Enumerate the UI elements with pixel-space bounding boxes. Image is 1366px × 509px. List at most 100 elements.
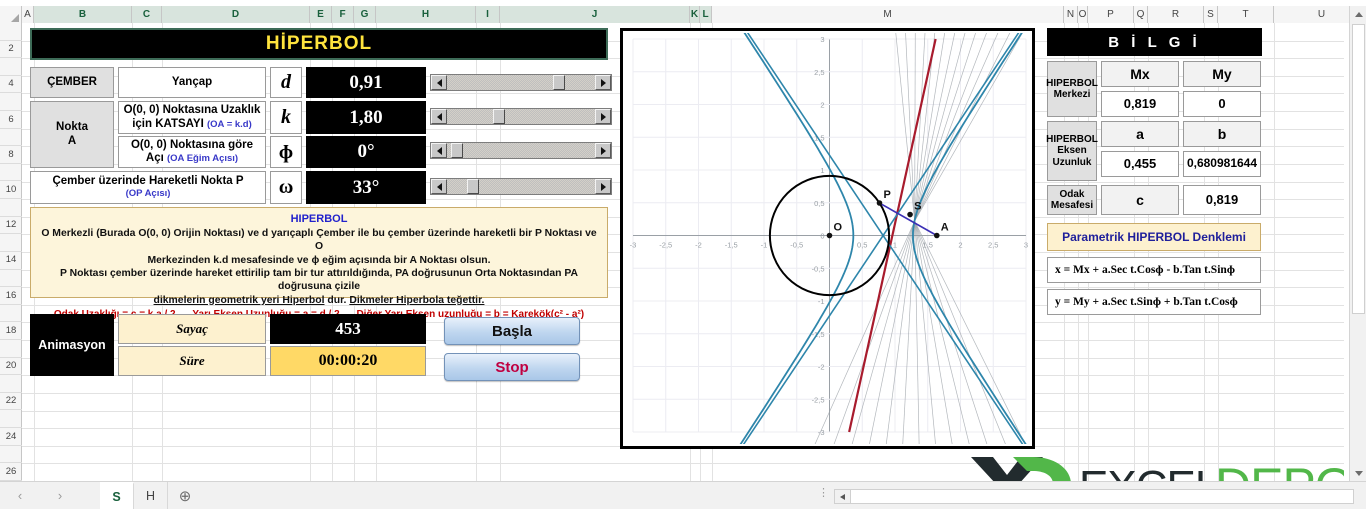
column-header-r[interactable]: R: [1148, 5, 1204, 23]
scrollbar-katsayi[interactable]: [430, 108, 612, 125]
column-header-l[interactable]: L: [700, 5, 712, 23]
row-header[interactable]: 12: [0, 217, 22, 235]
row-header[interactable]: [0, 164, 22, 182]
sheet-next-icon[interactable]: ›: [52, 486, 68, 504]
row-header[interactable]: 6: [0, 111, 22, 129]
chart-label-s: S: [914, 201, 921, 213]
column-header-j[interactable]: J: [500, 5, 690, 23]
row-header[interactable]: 10: [0, 181, 22, 200]
row-header[interactable]: 4: [0, 76, 22, 94]
equation-x: x = Mx + a.Sec t.Cosɸ - b.Tan t.Sinɸ: [1047, 257, 1261, 283]
scroll-right-icon-op-acisi[interactable]: [595, 179, 611, 194]
scroll-right-icon-egim-acisi[interactable]: [595, 143, 611, 158]
row-header[interactable]: [0, 129, 22, 147]
chart-ytick-label: 0,5: [814, 199, 824, 208]
sheet-nav-group: ‹ ›: [12, 486, 68, 504]
label-egim-line2: Açı (OA Eğim Açısı): [145, 152, 239, 164]
row-header[interactable]: 8: [0, 146, 22, 164]
row-header[interactable]: 14: [0, 252, 22, 270]
worksheet-grid[interactable]: HİPERBOL ÇEMBER Yançap d 0,91 Nokta A O(…: [22, 23, 1344, 481]
column-header-k[interactable]: K: [690, 5, 700, 23]
info-value-mx: 0,819: [1101, 91, 1179, 117]
column-header-i[interactable]: I: [476, 5, 500, 23]
stop-button[interactable]: Stop: [444, 353, 580, 381]
info-focus-label: Odak Mesafesi: [1047, 185, 1097, 215]
description-panel: HIPERBOL O Merkezli (Burada O(0, 0) Orij…: [30, 207, 608, 320]
column-header-s[interactable]: S: [1204, 5, 1218, 23]
duration-label: Süre: [118, 346, 266, 376]
scrollbar-yaricap[interactable]: [430, 74, 612, 91]
sheet-tab-h[interactable]: H: [134, 482, 168, 509]
column-header-e[interactable]: E: [310, 5, 332, 23]
scroll-left-icon-katsayi[interactable]: [431, 109, 447, 124]
chart-tangent-line: [914, 220, 988, 444]
scrollbar-op-acisi[interactable]: [430, 178, 612, 195]
chart-xtick-label: 2,5: [988, 241, 998, 250]
vertical-scroll-thumb[interactable]: [1352, 24, 1365, 314]
sheet-tab-s[interactable]: S: [100, 482, 134, 509]
column-header-o[interactable]: O: [1078, 5, 1088, 23]
column-header-f[interactable]: F: [332, 5, 354, 23]
scroll-right-icon-katsayi[interactable]: [595, 109, 611, 124]
column-header-h[interactable]: H: [376, 5, 476, 23]
column-header-b[interactable]: B: [34, 5, 132, 23]
row-header[interactable]: [0, 340, 22, 358]
plus-circle-icon[interactable]: ⊕: [168, 482, 202, 509]
row-header[interactable]: [0, 58, 22, 76]
row-header[interactable]: 22: [0, 393, 22, 411]
symbol-omega: ω: [270, 171, 302, 204]
column-header-p[interactable]: P: [1088, 5, 1134, 23]
hscroll-left-icon[interactable]: [835, 490, 851, 503]
scroll-thumb-katsayi[interactable]: [492, 109, 505, 124]
scroll-thumb-yaricap[interactable]: [552, 75, 565, 90]
select-all-corner[interactable]: [0, 5, 22, 23]
scroll-thumb-op-acisi[interactable]: [467, 179, 480, 194]
row-header[interactable]: 16: [0, 287, 22, 305]
sheet-prev-icon[interactable]: ‹: [12, 486, 28, 504]
row-header[interactable]: [0, 375, 22, 393]
row-header[interactable]: [0, 270, 22, 288]
row-header-strip: 2 4 6 8 10 12 14 16 18 20 22 24 26: [0, 23, 22, 481]
chart-ytick-label: 2: [820, 101, 824, 110]
hyperbola-chart[interactable]: -3 -2,5 -2 -1,5 -1 -0,5 0,5 1 1,5 2 2,5 3 -3 -2,5 -2 -1…: [620, 28, 1035, 449]
scroll-up-icon[interactable]: [1350, 6, 1366, 23]
row-header[interactable]: [0, 446, 22, 464]
row-header[interactable]: [0, 23, 22, 41]
scrollbar-egim-acisi[interactable]: [430, 142, 612, 159]
row-header[interactable]: 24: [0, 428, 22, 446]
column-header-g[interactable]: G: [354, 5, 376, 23]
column-header-m[interactable]: M: [712, 5, 1064, 23]
scroll-left-icon-yaricap[interactable]: [431, 75, 447, 90]
row-header[interactable]: [0, 93, 22, 112]
scroll-right-icon-yaricap[interactable]: [595, 75, 611, 90]
row-header[interactable]: [0, 234, 22, 252]
label-op-acisi: Çember üzerinde Hareketli Nokta P (OP Aç…: [30, 171, 266, 204]
split-handle[interactable]: ⋮: [818, 488, 829, 499]
page-title-text: HİPERBOL: [265, 33, 373, 54]
scroll-left-icon-egim-acisi[interactable]: [431, 143, 447, 158]
info-axis-label: HIPERBOL Eksen Uzunluk: [1046, 121, 1098, 181]
horizontal-scrollbar[interactable]: [834, 489, 1354, 504]
row-header[interactable]: [0, 410, 22, 429]
scroll-thumb-egim-acisi[interactable]: [450, 143, 463, 158]
info-head-a: a: [1101, 121, 1179, 147]
column-header-d[interactable]: D: [162, 5, 310, 23]
scroll-down-icon[interactable]: [1350, 465, 1366, 482]
scroll-left-icon-op-acisi[interactable]: [431, 179, 447, 194]
column-header-n[interactable]: N: [1064, 5, 1078, 23]
row-header[interactable]: 2: [0, 41, 22, 59]
row-header[interactable]: 18: [0, 322, 22, 340]
column-header-t[interactable]: T: [1218, 5, 1274, 23]
row-header[interactable]: [0, 305, 22, 323]
vertical-scrollbar[interactable]: [1349, 6, 1366, 482]
symbol-phi: ɸ: [270, 136, 302, 168]
chart-xtick-label: 0,5: [857, 241, 867, 250]
row-header[interactable]: 26: [0, 463, 22, 481]
row-header[interactable]: 20: [0, 358, 22, 376]
start-button[interactable]: Başla: [444, 317, 580, 345]
row-header[interactable]: [0, 199, 22, 217]
column-header-a[interactable]: A: [22, 5, 34, 23]
column-header-q[interactable]: Q: [1134, 5, 1148, 23]
column-header-c[interactable]: C: [132, 5, 162, 23]
chart-xtick-label: -3: [630, 241, 637, 250]
